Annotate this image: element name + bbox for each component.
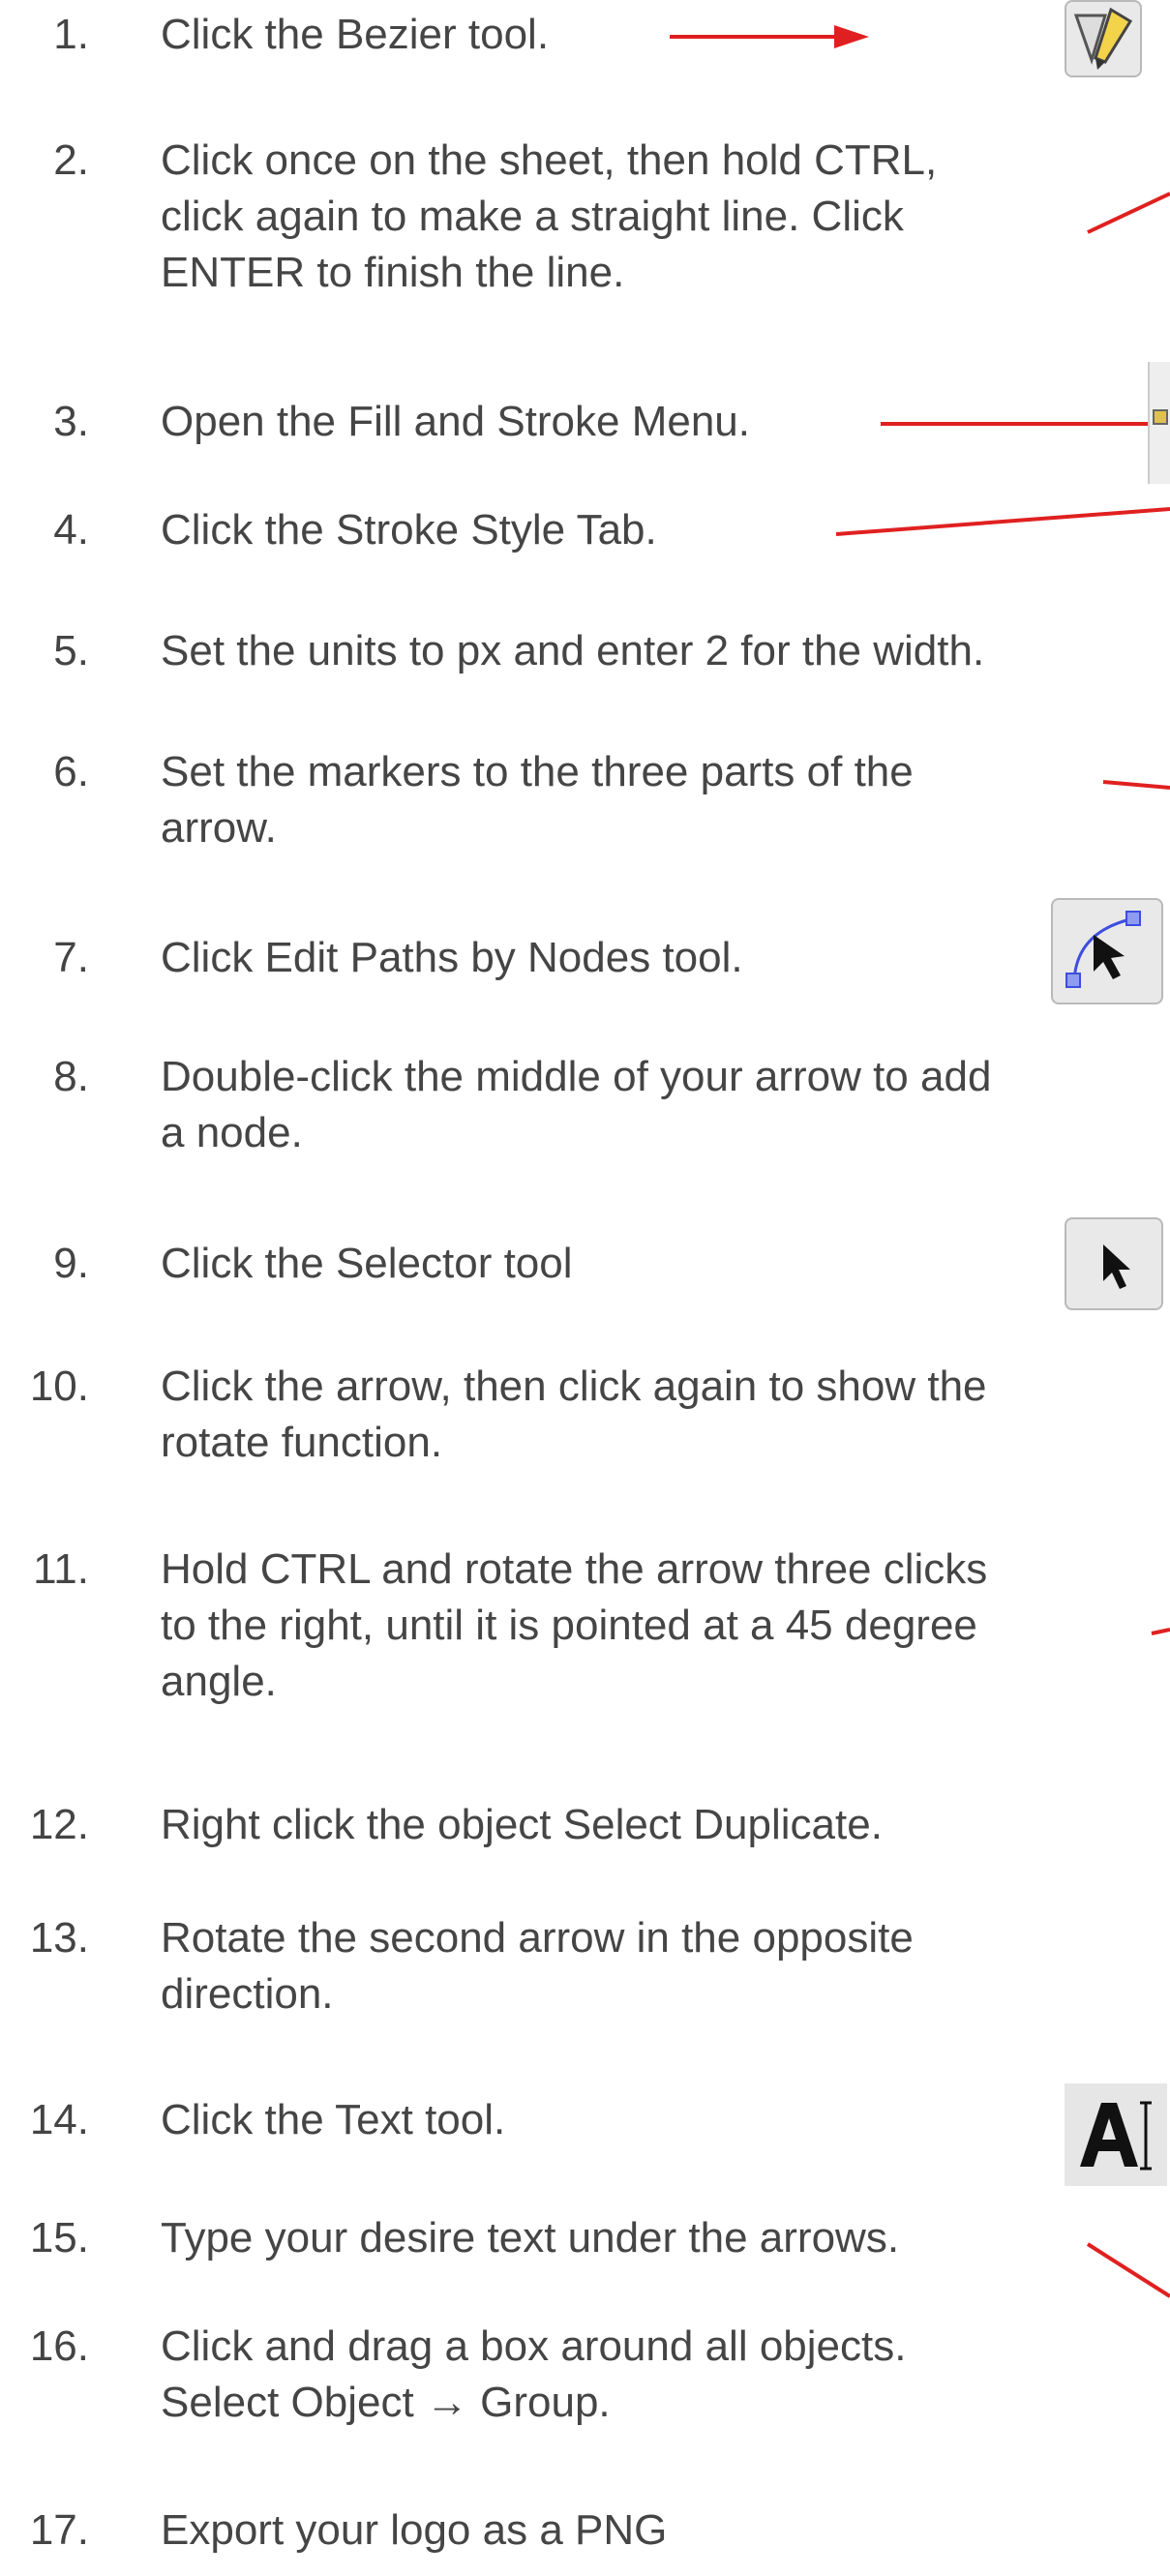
step-text: Click the Text tool.: [161, 2096, 506, 2143]
step-text: Set the units to px and enter 2 for the …: [161, 627, 985, 674]
red-pointer-line: [1102, 780, 1170, 790]
step-number: 10.: [29, 1363, 89, 1410]
step-number: 7.: [53, 934, 89, 981]
step-text: Click the Selector tool: [161, 1240, 573, 1287]
step-text-line-2: direction.: [161, 1970, 334, 2018]
step-text: Click Edit Paths by Nodes tool.: [161, 934, 743, 981]
step-number: 5.: [53, 627, 89, 674]
selector-arrow-icon[interactable]: [1065, 1217, 1163, 1310]
step-number: 17.: [29, 2506, 89, 2554]
step-text-line-1: Click and drag a box around all objects.: [161, 2322, 907, 2370]
text-tool-icon[interactable]: [1065, 2083, 1167, 2186]
step-text-line-2: rotate function.: [161, 1419, 443, 1466]
step-number: 8.: [53, 1053, 89, 1100]
step-text-line-1: Click the arrow, then click again to sho…: [161, 1363, 987, 1410]
step-text-line-2: a node.: [161, 1109, 303, 1156]
step-number: 16.: [29, 2322, 89, 2370]
fill-and-stroke-icon[interactable]: [1148, 362, 1170, 484]
red-pointer-line: [881, 422, 1170, 426]
step-text-line-1: Double-click the middle of your arrow to…: [161, 1053, 992, 1100]
red-pointer-line: [1151, 1628, 1170, 1635]
step-text: Export your logo as a PNG: [161, 2506, 668, 2554]
step-number: 9.: [53, 1240, 89, 1287]
instruction-page: { "steps": [ {"num": "1.", "lines": ["Cl…: [0, 0, 1170, 2576]
step-text: Right click the object Select Duplicate.: [161, 1801, 883, 1848]
bezier-pen-icon[interactable]: [1065, 0, 1142, 77]
step-text-line-1: Rotate the second arrow in the opposite: [161, 1914, 914, 1962]
red-pointer-line: [1087, 192, 1170, 234]
red-pointer-line: [835, 507, 1170, 536]
red-pointer-line: [1086, 2242, 1170, 2298]
edit-nodes-icon[interactable]: [1051, 898, 1163, 1004]
step-number: 13.: [29, 1914, 89, 1962]
step-text-line-2: Select Object → Group.: [161, 2379, 611, 2426]
step-number: 14.: [29, 2096, 89, 2143]
step-number: 12.: [29, 1801, 89, 1848]
red-pointer-arrow: [670, 25, 869, 48]
